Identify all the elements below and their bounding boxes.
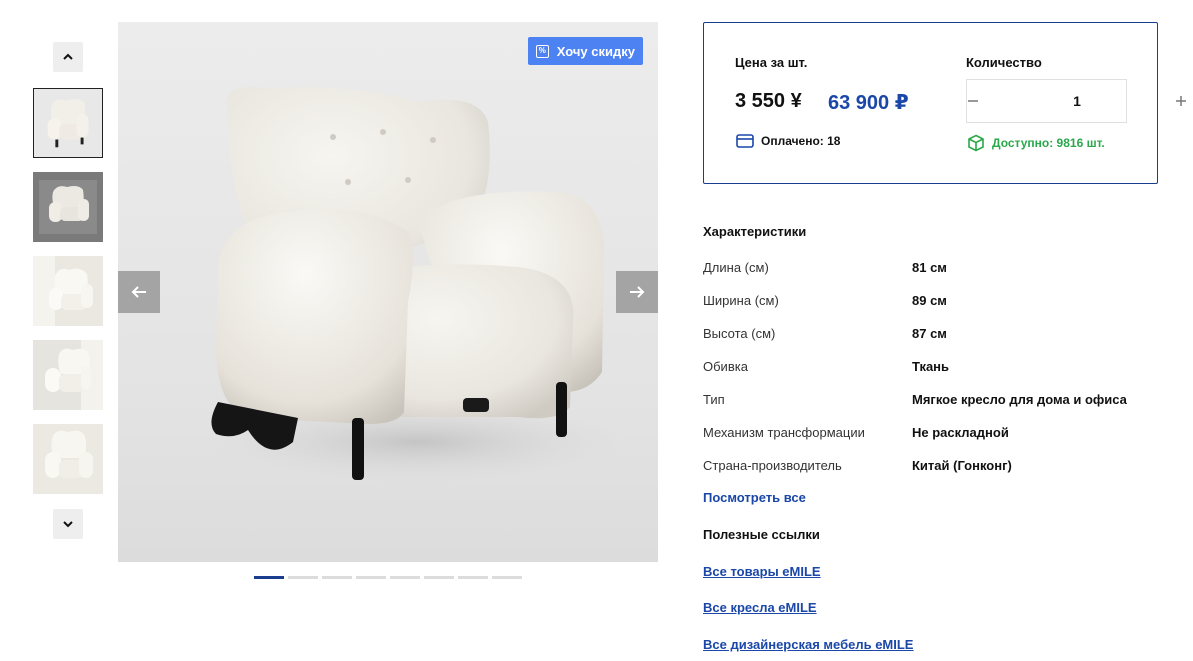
spec-label: Высота (см) xyxy=(703,326,776,341)
useful-link-all-products[interactable]: Все товары eMILE xyxy=(703,564,821,579)
paid-count: Оплачено: 18 xyxy=(736,134,840,148)
availability: Доступно: 9816 шт. xyxy=(967,134,1105,152)
spec-value: Мягкое кресло для дома и офиса xyxy=(912,392,1127,407)
want-discount-label: Хочу скидку xyxy=(556,43,635,59)
quantity-label: Количество xyxy=(966,55,1042,70)
arrow-left-icon xyxy=(131,286,146,298)
slide-dot-5[interactable] xyxy=(390,576,420,579)
box-icon xyxy=(968,134,984,152)
quantity-stepper xyxy=(966,79,1186,123)
armchair-thumbnail-image xyxy=(33,172,103,242)
spec-label: Тип xyxy=(703,392,725,407)
chevron-down-icon xyxy=(63,521,73,528)
availability-text: Доступно: 9816 шт. xyxy=(992,136,1105,150)
spec-label: Страна-производитель xyxy=(703,458,842,473)
chevron-up-icon xyxy=(63,53,73,60)
quantity-input[interactable] xyxy=(979,80,1175,122)
quantity-decrease-button[interactable] xyxy=(967,80,979,122)
useful-links-heading: Полезные ссылки xyxy=(703,527,820,542)
see-all-specs-link[interactable]: Посмотреть все xyxy=(703,490,806,505)
armchair-image xyxy=(208,87,628,482)
spec-value: 87 см xyxy=(912,326,947,341)
armchair-thumbnail-image xyxy=(33,340,103,410)
slide-dot-1[interactable] xyxy=(254,576,284,579)
armchair-thumbnail-image xyxy=(33,256,103,326)
thumbnail-2[interactable] xyxy=(33,172,103,242)
quantity-increase-button[interactable] xyxy=(1175,80,1187,122)
slide-indicator xyxy=(254,576,522,579)
spec-value: Не раскладной xyxy=(912,425,1009,440)
slide-dot-6[interactable] xyxy=(424,576,454,579)
arrow-right-icon xyxy=(630,286,645,298)
total-price-value: 63 900 ₽ xyxy=(828,92,909,114)
thumbnails-down-button[interactable] xyxy=(53,509,83,539)
thumbnails-up-button[interactable] xyxy=(53,42,83,72)
unit-price-label: Цена за шт. xyxy=(735,55,808,70)
armchair-thumbnail-image xyxy=(33,424,103,494)
thumbnail-3[interactable] xyxy=(33,256,103,326)
main-product-image: % Хочу скидку xyxy=(118,22,658,562)
unit-price-value: 3 550 ¥ xyxy=(735,90,802,112)
slide-dot-2[interactable] xyxy=(288,576,318,579)
spec-value: Ткань xyxy=(912,359,950,374)
discount-tag-icon: % xyxy=(535,44,549,58)
spec-label: Длина (см) xyxy=(703,260,769,275)
slide-dot-3[interactable] xyxy=(322,576,352,579)
next-image-button[interactable] xyxy=(616,271,658,313)
spec-label: Обивка xyxy=(703,359,748,374)
slide-dot-4[interactable] xyxy=(356,576,386,579)
card-icon xyxy=(736,134,754,148)
paid-count-text: Оплачено: 18 xyxy=(761,134,841,148)
spec-label: Механизм трансформации xyxy=(703,425,865,440)
spec-value: Китай (Гонконг) xyxy=(912,458,1012,473)
specs-heading: Характеристики xyxy=(703,224,807,239)
price-panel: Цена за шт. 3 550 ¥ 63 900 ₽ Оплачено: 1… xyxy=(703,22,1186,184)
previous-image-button[interactable] xyxy=(118,271,160,313)
thumbnail-1[interactable] xyxy=(33,88,103,158)
slide-dot-8[interactable] xyxy=(492,576,522,579)
thumbnail-4[interactable] xyxy=(33,340,103,410)
spec-value: 89 см xyxy=(912,293,947,308)
spec-label: Ширина (см) xyxy=(703,293,779,308)
spec-value: 81 см xyxy=(912,260,947,275)
useful-link-designer-furniture[interactable]: Все дизайнерская мебель eMILE xyxy=(703,637,913,652)
armchair-thumbnail-image xyxy=(34,89,102,157)
useful-link-all-armchairs[interactable]: Все кресла eMILE xyxy=(703,600,817,615)
want-discount-button[interactable]: % Хочу скидку xyxy=(527,37,643,65)
slide-dot-7[interactable] xyxy=(458,576,488,579)
thumbnail-5[interactable] xyxy=(33,424,103,494)
plus-icon xyxy=(1176,96,1186,106)
minus-icon xyxy=(968,100,978,102)
